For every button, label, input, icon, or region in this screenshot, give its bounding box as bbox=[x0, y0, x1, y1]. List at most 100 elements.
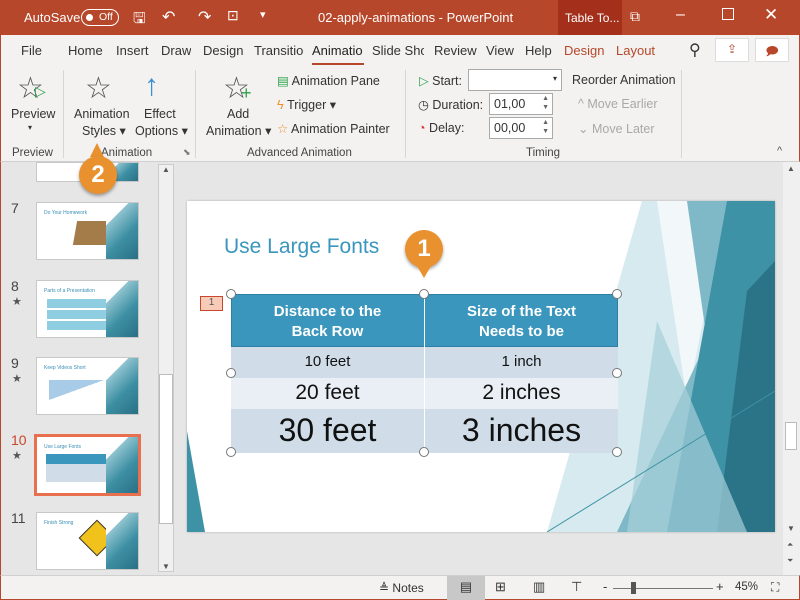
ribbon: ☆ ▷ Preview ▾ Preview ☆ Animation Styles… bbox=[0, 65, 800, 162]
collapse-ribbon-icon[interactable]: ^ bbox=[777, 145, 782, 157]
start-dropdown[interactable]: ▾ bbox=[468, 69, 562, 91]
painter-icon: ☆ bbox=[277, 122, 289, 136]
comments-button[interactable]: 🗩 bbox=[755, 38, 789, 62]
slide-number: 7 bbox=[11, 200, 19, 216]
scroll-down-icon: ▼ bbox=[787, 524, 795, 533]
preview-dropdown-icon[interactable]: ▾ bbox=[28, 123, 32, 132]
thumb-title: Keep Videos Short bbox=[44, 365, 86, 371]
slide-thumbnail-pane: ▲ ▼ 7 Do Your Homework 8 ★ Parts of a Pr… bbox=[0, 162, 180, 575]
dialog-launcher-icon[interactable]: ⬊ bbox=[183, 147, 191, 158]
resize-handle[interactable] bbox=[419, 289, 429, 299]
resize-handle[interactable] bbox=[419, 447, 429, 457]
search-icon[interactable]: ⚲ bbox=[689, 40, 701, 60]
tab-review[interactable]: Review bbox=[434, 43, 477, 58]
tab-file[interactable]: File bbox=[21, 43, 42, 58]
resize-handle[interactable] bbox=[226, 289, 236, 299]
duration-input[interactable]: 01,00 ▲ ▼ bbox=[489, 93, 553, 115]
tab-slide-show[interactable]: Slide Sho bbox=[372, 43, 424, 58]
slide-thumbnail-9[interactable]: Keep Videos Short bbox=[36, 357, 139, 415]
resize-handle[interactable] bbox=[612, 368, 622, 378]
scroll-thumb[interactable] bbox=[785, 422, 797, 450]
resize-handle[interactable] bbox=[226, 447, 236, 457]
slide-thumbnail-8[interactable]: Parts of a Presentation bbox=[36, 280, 139, 338]
table-cell: 20 feet bbox=[295, 381, 360, 404]
zoom-slider-thumb[interactable] bbox=[631, 582, 636, 594]
lightning-icon: ϟ bbox=[277, 98, 284, 112]
autosave-label: AutoSave bbox=[24, 10, 81, 25]
move-earlier-button[interactable]: ^ Move Earlier bbox=[578, 97, 658, 111]
add-animation-button[interactable]: Add bbox=[227, 107, 249, 121]
tab-animations[interactable]: Animatio bbox=[312, 43, 364, 65]
play-icon: ▷ bbox=[35, 83, 46, 99]
animation-styles-label2[interactable]: Styles ▾ bbox=[82, 123, 126, 138]
slide-thumbnail-11[interactable]: Finish Strong bbox=[36, 512, 139, 570]
scroll-up-icon: ▲ bbox=[162, 165, 170, 174]
zoom-in-button[interactable]: + bbox=[716, 579, 724, 594]
tab-table-layout[interactable]: Layout bbox=[616, 43, 655, 58]
redo-icon[interactable]: ↷ bbox=[198, 7, 211, 27]
zoom-level[interactable]: 45% bbox=[735, 581, 758, 593]
table-tools-tab[interactable]: Table To... bbox=[558, 0, 622, 35]
slide-table[interactable]: Distance to the Back Row Size of the Text… bbox=[226, 289, 622, 457]
tab-table-design[interactable]: Design bbox=[564, 43, 604, 58]
callout-badge-1: 1 bbox=[405, 230, 443, 268]
animation-pane-icon: ▤ bbox=[277, 74, 289, 88]
resize-handle[interactable] bbox=[226, 368, 236, 378]
effect-options-label2[interactable]: Options ▾ bbox=[135, 123, 188, 138]
tab-help[interactable]: Help bbox=[525, 43, 552, 58]
thumb-title: Use Large Fonts bbox=[44, 444, 81, 450]
slide-thumbnail-10-selected[interactable]: Use Large Fonts bbox=[34, 434, 141, 496]
tab-home[interactable]: Home bbox=[68, 43, 103, 58]
maximize-icon[interactable] bbox=[722, 8, 734, 20]
slide-number-selected: 10 bbox=[11, 432, 27, 448]
table-cell: 10 feet bbox=[304, 353, 351, 370]
autosave-toggle[interactable]: Off bbox=[81, 9, 119, 26]
present-icon[interactable]: ⊡ bbox=[227, 7, 239, 24]
table-header-cell: Distance to the Back Row bbox=[273, 303, 382, 340]
fit-to-window-icon[interactable]: ⛶ bbox=[771, 580, 779, 595]
notes-button[interactable]: ≜ Notes bbox=[379, 581, 424, 595]
zoom-slider[interactable] bbox=[613, 588, 713, 589]
animation-order-tag[interactable]: 1 bbox=[200, 296, 223, 311]
editor-scrollbar[interactable]: ▲ ▼ ⏶ ⏷ bbox=[783, 162, 800, 575]
tab-insert[interactable]: Insert bbox=[116, 43, 149, 58]
animation-styles-button[interactable]: Animation bbox=[74, 107, 130, 121]
duration-label: ◷ Duration: bbox=[418, 98, 484, 112]
scroll-up-icon: ▲ bbox=[787, 164, 795, 173]
move-later-button[interactable]: ⌄ Move Later bbox=[578, 121, 654, 136]
tab-transitions[interactable]: Transitio bbox=[254, 43, 304, 58]
add-animation-label2[interactable]: Animation ▾ bbox=[206, 123, 271, 138]
reading-view-button[interactable]: ▥ bbox=[533, 579, 545, 595]
ribbon-display-icon[interactable]: ⧉ bbox=[630, 8, 640, 25]
tab-view[interactable]: View bbox=[486, 43, 514, 58]
undo-icon[interactable]: ↶ bbox=[162, 7, 175, 27]
animation-pane-button[interactable]: ▤ Animation Pane bbox=[277, 73, 380, 88]
delay-input[interactable]: 00,00 ▲ ▼ bbox=[489, 117, 553, 139]
table-header-cell: Size of the Text Needs to be bbox=[467, 303, 576, 340]
thumbnail-scrollbar[interactable]: ▲ ▼ bbox=[158, 164, 174, 572]
normal-view-button[interactable]: ▤ bbox=[447, 576, 485, 600]
slide-number: 8 bbox=[11, 278, 19, 294]
save-icon[interactable]: 🖫 bbox=[133, 8, 146, 33]
close-icon[interactable]: ✕ bbox=[764, 5, 778, 25]
trigger-button[interactable]: ϟ Trigger ▾ bbox=[277, 97, 336, 112]
delay-label: ◔ Delay: bbox=[418, 121, 465, 135]
resize-handle[interactable] bbox=[612, 289, 622, 299]
share-button[interactable]: ⇪ bbox=[715, 38, 749, 62]
effect-options-button[interactable]: Effect bbox=[144, 107, 176, 121]
customize-qat-icon[interactable]: ▾ bbox=[260, 8, 266, 21]
resize-handle[interactable] bbox=[612, 447, 622, 457]
scroll-thumb[interactable] bbox=[159, 374, 173, 524]
slide-thumbnail-7[interactable]: Do Your Homework bbox=[36, 202, 139, 260]
status-bar: ≜ Notes ▤ ⊞ ▥ ⊤ - + 45% ⛶ bbox=[0, 575, 800, 600]
tab-draw[interactable]: Draw bbox=[161, 43, 191, 58]
slide-show-button[interactable]: ⊤ bbox=[571, 579, 582, 595]
minimize-icon[interactable]: – bbox=[676, 6, 685, 24]
group-label-animation: Animation bbox=[101, 147, 153, 159]
animation-painter-button[interactable]: ☆ Animation Painter bbox=[277, 121, 390, 136]
slide-title[interactable]: Use Large Fonts bbox=[224, 235, 379, 259]
slide-sorter-button[interactable]: ⊞ bbox=[495, 579, 506, 595]
zoom-out-button[interactable]: - bbox=[603, 579, 607, 594]
tab-design[interactable]: Design bbox=[203, 43, 243, 58]
preview-button[interactable]: Preview bbox=[11, 107, 55, 121]
